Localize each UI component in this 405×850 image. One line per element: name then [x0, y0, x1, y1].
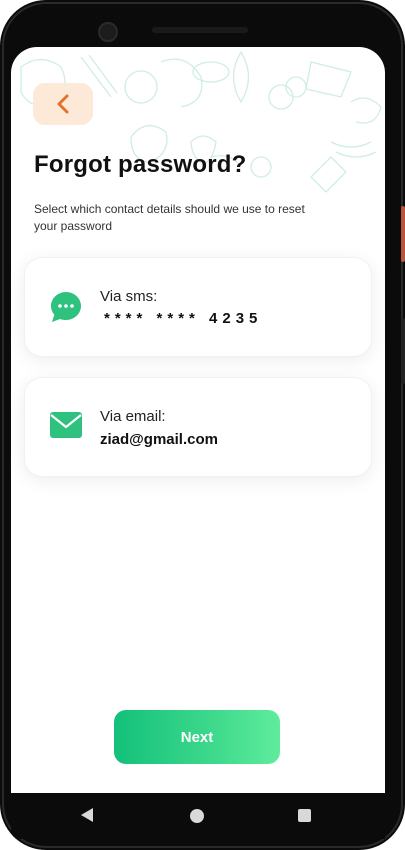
- recents-icon[interactable]: [298, 809, 311, 822]
- sms-option-value: **** **** 4235: [104, 310, 263, 327]
- back-button[interactable]: [33, 83, 93, 125]
- earpiece-speaker: [152, 27, 248, 33]
- page-title: Forgot password?: [34, 151, 247, 178]
- volume-button: [401, 318, 405, 384]
- sms-option-card[interactable]: Via sms: **** **** 4235: [24, 257, 372, 357]
- back-icon[interactable]: [80, 807, 94, 823]
- mail-icon: [50, 412, 82, 438]
- email-option-label: Via email:: [100, 408, 166, 425]
- next-button[interactable]: Next: [114, 710, 280, 764]
- chat-bubble-icon: [51, 292, 81, 322]
- system-nav-bar: [11, 793, 385, 839]
- front-camera: [98, 22, 118, 42]
- email-option-card[interactable]: Via email: ziad@gmail.com: [24, 377, 372, 477]
- app-screen: Forgot password? Select which contact de…: [11, 47, 385, 793]
- phone-frame: Forgot password? Select which contact de…: [0, 0, 405, 850]
- home-icon[interactable]: [190, 809, 204, 823]
- email-option-value: ziad@gmail.com: [100, 431, 218, 448]
- power-button: [401, 206, 405, 262]
- chevron-left-icon: [57, 94, 69, 114]
- sms-option-label: Via sms:: [100, 288, 158, 305]
- page-subtitle: Select which contact details should we u…: [34, 202, 305, 233]
